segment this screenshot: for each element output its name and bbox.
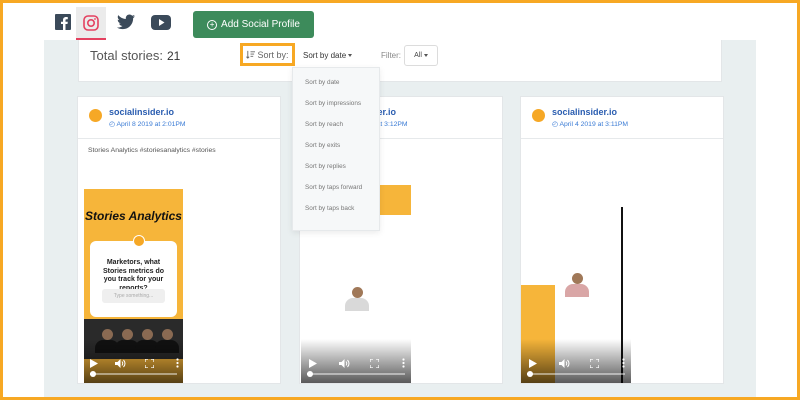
chevron-down-icon — [423, 54, 428, 57]
story-video[interactable]: Stories Analytics Marketors, what Storie… — [84, 189, 183, 383]
story-title: Stories Analytics — [85, 209, 182, 223]
total-stories-count: 21 — [166, 49, 181, 63]
facebook-icon[interactable] — [48, 7, 78, 37]
story-reply-input: Type something... — [102, 289, 165, 303]
story-caption: Stories Analytics #storiesanalytics #sto… — [88, 147, 216, 154]
sort-option-date[interactable]: Sort by date — [293, 76, 379, 97]
video-progress-bar[interactable] — [527, 371, 625, 377]
sort-by-button[interactable]: Sort by: — [240, 43, 295, 66]
video-controls — [301, 339, 411, 383]
volume-icon[interactable] — [558, 357, 570, 369]
fullscreen-icon[interactable] — [368, 357, 380, 369]
more-options-icon[interactable] — [617, 357, 629, 369]
play-icon[interactable] — [88, 357, 100, 369]
instagram-icon[interactable] — [76, 7, 106, 41]
youtube-icon[interactable] — [146, 7, 176, 37]
story-date-text: April 4 2019 at 3:11PM — [559, 121, 629, 128]
story-date: ◴ April 8 2019 at 2:01PM — [109, 120, 186, 128]
account-name[interactable]: socialinsider.io — [109, 107, 174, 117]
volume-icon[interactable] — [114, 357, 126, 369]
plus-circle-icon: + — [207, 19, 218, 30]
video-progress-bar[interactable] — [307, 371, 405, 377]
sort-icon — [246, 50, 256, 59]
fullscreen-icon[interactable] — [588, 357, 600, 369]
sort-by-label: Sort by: — [257, 49, 289, 60]
video-progress-bar[interactable] — [90, 371, 177, 377]
story-card-header: socialinsider.io ◴ April 4 2019 at 3:11P… — [521, 97, 723, 139]
story-date-text: April 8 2019 at 2:01PM — [116, 121, 186, 128]
play-icon[interactable] — [307, 357, 319, 369]
sort-select[interactable]: Sort by date — [303, 51, 353, 60]
total-stories-label: Total stories: — [90, 48, 163, 63]
story-date: ◴ April 4 2019 at 3:11PM — [552, 120, 628, 128]
video-controls — [521, 339, 631, 383]
sort-dropdown-menu: Sort by date Sort by impressions Sort by… — [292, 67, 380, 231]
person-figure — [564, 273, 590, 297]
sort-option-exits[interactable]: Sort by exits — [293, 139, 379, 160]
add-social-profile-label: Add Social Profile — [221, 19, 300, 30]
sort-option-replies[interactable]: Sort by replies — [293, 160, 379, 181]
more-options-icon[interactable] — [171, 357, 183, 369]
twitter-icon[interactable] — [111, 7, 141, 37]
video-controls — [84, 339, 183, 383]
fullscreen-icon[interactable] — [143, 357, 155, 369]
story-card-header: socialinsider.io ◴ April 8 2019 at 2:01P… — [78, 97, 280, 139]
stories-header: Total stories: 21 — [78, 40, 722, 82]
sort-option-taps-back[interactable]: Sort by taps back — [293, 202, 379, 223]
avatar — [532, 109, 545, 122]
filter-selected-value: All — [414, 52, 422, 59]
add-social-profile-button[interactable]: + Add Social Profile — [193, 11, 314, 38]
network-bar: + Add Social Profile — [3, 3, 797, 41]
volume-icon[interactable] — [338, 357, 350, 369]
story-video[interactable] — [521, 207, 631, 383]
total-stories: Total stories: 21 — [90, 48, 180, 63]
avatar — [89, 109, 102, 122]
chevron-down-icon — [348, 54, 353, 58]
story-card: socialinsider.io ◴ April 8 2019 at 2:01P… — [77, 96, 281, 384]
person-figure — [344, 287, 370, 311]
story-question: Marketors, what Stories metrics do you t… — [102, 259, 165, 292]
story-card: socialinsider.io ◴ April 4 2019 at 3:11P… — [520, 96, 724, 384]
play-icon[interactable] — [527, 357, 539, 369]
story-question-card: Marketors, what Stories metrics do you t… — [90, 235, 177, 317]
filter-label: Filter: — [381, 51, 401, 60]
avatar — [133, 235, 145, 247]
sort-option-impressions[interactable]: Sort by impressions — [293, 97, 379, 118]
filter-select[interactable]: All — [404, 45, 438, 66]
more-options-icon[interactable] — [397, 357, 409, 369]
sort-option-reach[interactable]: Sort by reach — [293, 118, 379, 139]
story-shape — [375, 185, 411, 215]
sort-selected-value: Sort by date — [303, 51, 347, 60]
account-name[interactable]: socialinsider.io — [552, 107, 617, 117]
sort-option-taps-forward[interactable]: Sort by taps forward — [293, 181, 379, 202]
